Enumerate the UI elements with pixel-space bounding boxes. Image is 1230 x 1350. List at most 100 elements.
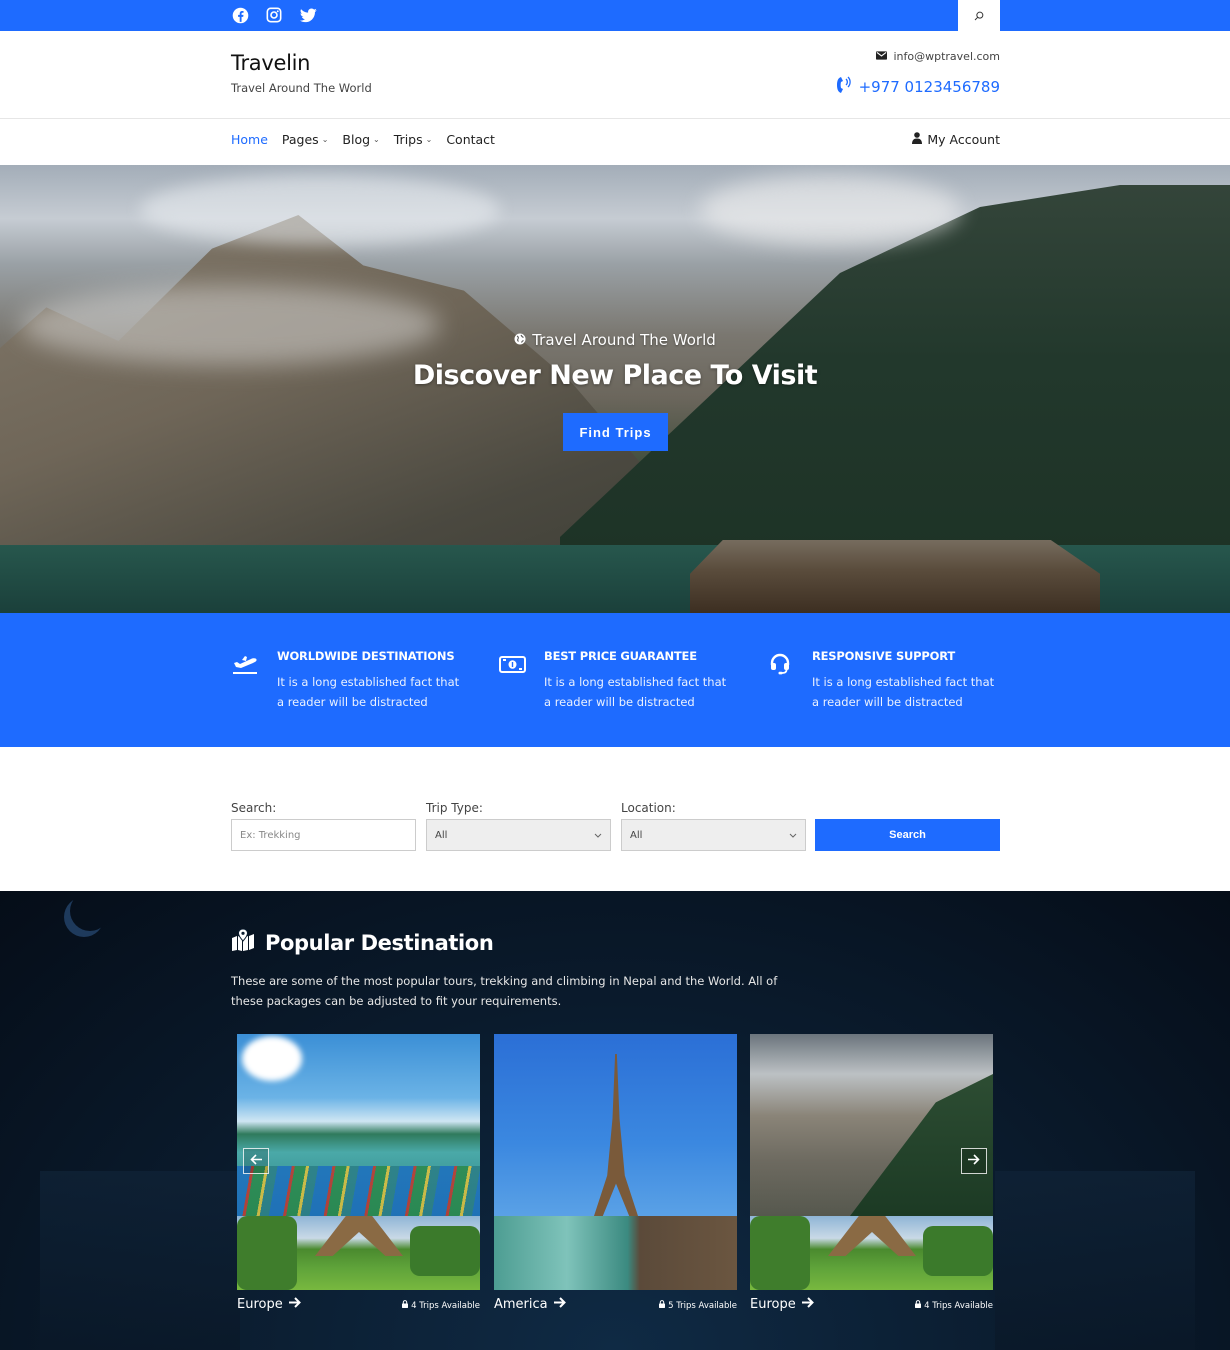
location-value: All [630, 829, 643, 841]
trip-count: 5 Trips Available [659, 1300, 737, 1311]
search-icon [974, 6, 984, 25]
site-header: Travelin Travel Around The World info@wp… [0, 31, 1230, 119]
hero-banner: Travel Around The World Discover New Pla… [0, 165, 1230, 613]
destination-card[interactable]: Europe 4 Trips Available [237, 1034, 480, 1312]
destination-image [750, 1216, 993, 1290]
trip-type-label: Trip Type: [426, 801, 483, 815]
instagram-icon[interactable] [265, 6, 283, 24]
twitter-icon[interactable] [299, 6, 317, 24]
destination-image [750, 1034, 993, 1216]
destination-name: Europe [237, 1297, 283, 1312]
chevron-down-icon: ⌄ [373, 135, 380, 144]
lock-icon [915, 1300, 922, 1311]
location-select[interactable]: All [621, 819, 806, 851]
nav-item-label: Contact [446, 132, 495, 147]
trip-type-value: All [435, 829, 448, 841]
background-building [995, 1171, 1195, 1350]
main-nav: Home Pages ⌄ Blog ⌄ Trips ⌄ Contact My Acco… [0, 119, 1230, 165]
contact-phone[interactable]: +977 0123456789 [835, 75, 1000, 99]
trip-count-text: 5 Trips Available [668, 1300, 737, 1311]
user-icon [912, 132, 923, 147]
phone-volume-icon [835, 75, 853, 99]
feature-title: WORLDWIDE DESTINATIONS [277, 649, 455, 663]
destination-image [237, 1034, 480, 1216]
social-links [231, 6, 317, 24]
globe-icon [514, 331, 526, 349]
destination-name: Europe [750, 1297, 796, 1312]
destination-link[interactable]: America [494, 1297, 566, 1312]
trip-count: 4 Trips Available [915, 1300, 993, 1311]
image-boats [237, 1166, 480, 1216]
chevron-down-icon: ⌄ [321, 135, 329, 144]
destination-name: America [494, 1297, 548, 1312]
map-marked-icon [231, 928, 255, 956]
features-strip: WORLDWIDE DESTINATIONS It is a long esta… [0, 613, 1230, 747]
trip-count-text: 4 Trips Available [924, 1300, 993, 1311]
image-forest [850, 1074, 993, 1216]
popular-destination-title-text: Popular Destination [265, 930, 494, 955]
arrow-right-icon [553, 1297, 566, 1312]
lock-icon [402, 1300, 409, 1311]
find-trips-button[interactable]: Find Trips [563, 413, 668, 451]
background-moon [70, 891, 110, 931]
image-eiffel-base [315, 1216, 403, 1256]
nav-item-home[interactable]: Home [231, 132, 268, 147]
image-cloud [242, 1036, 302, 1081]
nav-item-pages[interactable]: Pages ⌄ [282, 132, 328, 147]
contact-phone-text: +977 0123456789 [858, 78, 1000, 96]
my-account-label: My Account [927, 132, 1000, 147]
search-label: Search: [231, 801, 277, 815]
destination-image [237, 1216, 480, 1290]
feature-description: It is a long established fact that a rea… [812, 675, 995, 709]
arrow-right-icon [288, 1297, 301, 1312]
image-trees [410, 1226, 480, 1276]
plane-departure-icon [231, 651, 259, 677]
popular-destination-title: Popular Destination [231, 928, 494, 956]
chevron-down-icon [594, 830, 602, 841]
destination-image [494, 1034, 737, 1216]
background-building [40, 1171, 240, 1350]
top-bar [0, 0, 1230, 31]
my-account-link[interactable]: My Account [912, 132, 1000, 147]
feature-title: RESPONSIVE SUPPORT [812, 649, 955, 663]
arrow-right-icon [801, 1297, 814, 1312]
lock-icon [659, 1300, 666, 1311]
image-trees [237, 1216, 297, 1290]
feature-description: It is a long established fact that a rea… [544, 675, 727, 709]
feature-description: It is a long established fact that a rea… [277, 675, 460, 709]
nav-item-contact[interactable]: Contact [446, 132, 495, 147]
destination-card[interactable]: America 5 Trips Available [494, 1034, 737, 1312]
image-trees [923, 1226, 993, 1276]
carousel-next-button[interactable] [961, 1148, 987, 1174]
contact-email-text: info@wptravel.com [893, 50, 1000, 63]
search-input[interactable]: Ex: Trekking [231, 819, 416, 851]
destination-card[interactable]: Europe 4 Trips Available [750, 1034, 993, 1312]
destination-link[interactable]: Europe [750, 1297, 814, 1312]
hero-image-cloud [20, 285, 440, 365]
nav-menu: Home Pages ⌄ Blog ⌄ Trips ⌄ Contact [231, 132, 495, 147]
hero-title: Discover New Place To Visit [412, 360, 818, 391]
destination-image [494, 1216, 737, 1290]
arrow-right-icon [968, 1153, 980, 1169]
hero-image-cloud [700, 175, 960, 245]
hero-image-cloud [140, 175, 500, 245]
facebook-icon[interactable] [231, 6, 249, 24]
image-eiffel-tower [594, 1054, 638, 1216]
popular-destination-section: Popular Destination These are some of th… [0, 891, 1230, 1350]
feature-title: BEST PRICE GUARANTEE [544, 649, 697, 663]
carousel-prev-button[interactable] [243, 1148, 269, 1174]
trip-type-select[interactable]: All [426, 819, 611, 851]
hero-image-cabin [690, 540, 1100, 613]
search-toggle-button[interactable] [958, 0, 1000, 31]
contact-email[interactable]: info@wptravel.com [876, 50, 1000, 63]
nav-item-blog[interactable]: Blog ⌄ [342, 132, 379, 147]
chevron-down-icon [789, 830, 797, 841]
headset-icon [766, 651, 794, 677]
nav-item-trips[interactable]: Trips ⌄ [394, 132, 433, 147]
destination-link[interactable]: Europe [237, 1297, 301, 1312]
search-submit-button[interactable]: Search [815, 819, 1000, 851]
site-tagline: Travel Around The World [231, 81, 372, 95]
hero-subtitle-text: Travel Around The World [532, 331, 716, 349]
trip-search-form: Search: Ex: Trekking Trip Type: All Loca… [0, 747, 1230, 891]
site-title[interactable]: Travelin [231, 51, 310, 75]
